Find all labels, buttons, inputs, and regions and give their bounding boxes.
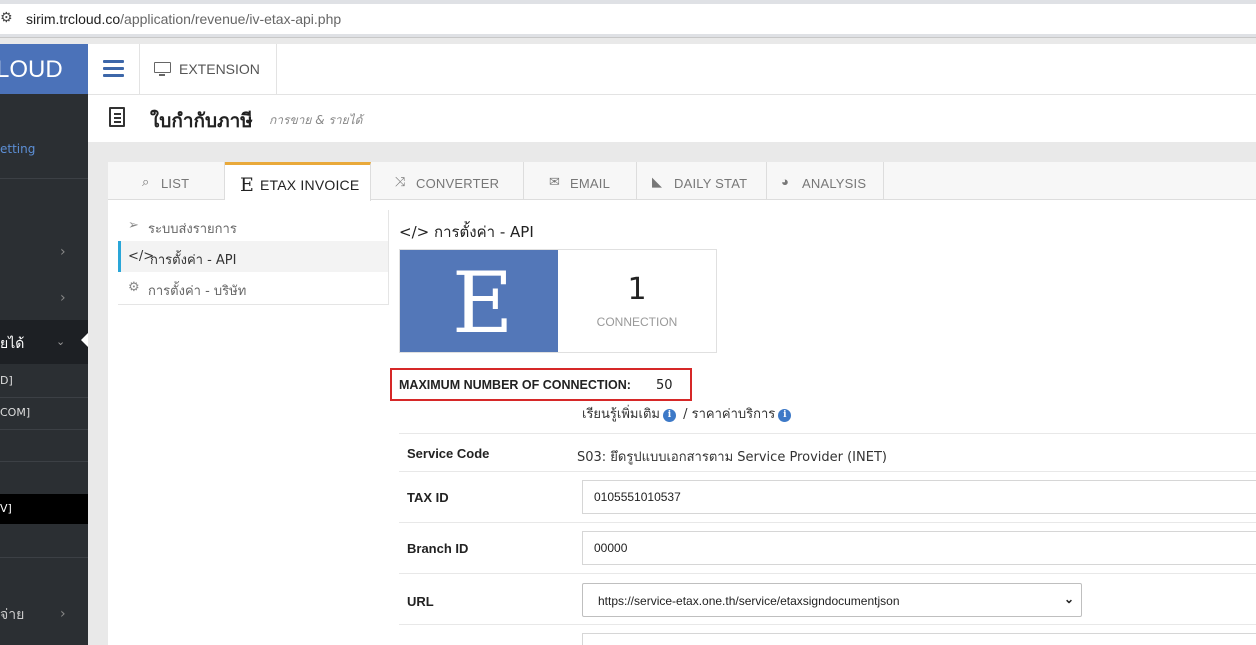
tab-email[interactable]: ✉ EMAIL xyxy=(524,162,637,200)
chevron-down-icon: ⌄ xyxy=(1063,592,1074,606)
monitor-icon xyxy=(154,62,171,76)
subnav-item-api-settings[interactable]: </> การตั้งค่า - API xyxy=(118,241,388,272)
tab-daily-stat[interactable]: ◣ DAILY STAT xyxy=(637,162,767,200)
max-connection-box: MAXIMUM NUMBER OF CONNECTION: 50 xyxy=(390,368,692,401)
etax-e-icon: E xyxy=(240,174,254,196)
browser-url-bar: ⚙ sirim.trcloud.co/application/revenue/i… xyxy=(0,0,1256,38)
max-connection-label: MAXIMUM NUMBER OF CONNECTION: xyxy=(399,378,631,392)
top-navbar: EXTENSION xyxy=(88,44,1256,95)
tax-id-row: TAX ID 0105551010537 xyxy=(399,471,1256,522)
pie-chart-icon: ◕ xyxy=(781,174,789,189)
paper-plane-icon: ➢ xyxy=(128,218,139,233)
tax-id-input[interactable]: 0105551010537 xyxy=(582,480,1256,514)
gear-icon: ⚙ xyxy=(128,280,140,295)
url-row: URL https://service-etax.one.th/service/… xyxy=(399,573,1256,624)
url-label: URL xyxy=(407,594,434,609)
active-indicator xyxy=(81,333,88,347)
etax-logo: E xyxy=(400,250,558,352)
page-title: ใบกำกับภาษี xyxy=(150,110,253,132)
connection-caption: CONNECTION xyxy=(596,315,678,329)
sidebar-item-revenue[interactable]: ยได้ ⌄ xyxy=(0,320,88,364)
pricing-link[interactable]: ราคาค่าบริการ xyxy=(692,407,776,422)
link-separator: / xyxy=(683,407,688,422)
tab-list[interactable]: ⌕ LIST xyxy=(108,162,225,200)
chevron-right-icon[interactable]: › xyxy=(60,290,66,306)
max-connection-value: 50 xyxy=(656,378,673,393)
tax-id-label: TAX ID xyxy=(407,490,449,505)
search-icon: ⌕ xyxy=(142,174,150,189)
sidebar-divider xyxy=(0,557,88,558)
menu-toggle-button[interactable] xyxy=(88,44,140,95)
shuffle-icon: ⤨ xyxy=(395,174,406,189)
branch-id-row: Branch ID 00000 xyxy=(399,522,1256,573)
chevron-down-icon: ⌄ xyxy=(56,335,66,348)
site-settings-icon[interactable]: ⚙ xyxy=(0,10,13,26)
sidebar-divider xyxy=(0,178,88,179)
section-title: </> การตั้งค่า - API xyxy=(399,223,534,241)
subnav-item-send-system[interactable]: ➢ ระบบส่งรายการ xyxy=(118,210,388,241)
learn-more-link[interactable]: เรียนรู้เพิ่มเติม xyxy=(582,407,660,422)
sidebar-subitem-selected[interactable]: V] xyxy=(0,494,88,524)
service-code-row: Service Code S03: ยึดรูปแบบเอกสารตาม Ser… xyxy=(399,433,1256,471)
next-input[interactable] xyxy=(582,633,1256,645)
url-select[interactable]: https://service-etax.one.th/service/etax… xyxy=(582,583,1082,617)
settings-subnav: ➢ ระบบส่งรายการ </> การตั้งค่า - API ⚙ ก… xyxy=(118,210,389,305)
page-header: ใบกำกับภาษี การขาย & รายได้ xyxy=(88,95,1256,142)
tab-converter[interactable]: ⤨ CONVERTER xyxy=(371,162,524,200)
info-icon[interactable]: i xyxy=(778,409,792,422)
next-row xyxy=(399,624,1256,645)
connection-tile: E 1 CONNECTION xyxy=(399,249,717,353)
sidebar: LOUD etting › › ยได้ ⌄ D] COM] V] จ่าย › xyxy=(0,44,88,645)
area-chart-icon: ◣ xyxy=(652,174,662,189)
sidebar-subitem[interactable]: COM] xyxy=(0,406,30,419)
envelope-icon: ✉ xyxy=(549,174,560,189)
page-subtitle: การขาย & รายได้ xyxy=(269,113,363,127)
content-panel: ⌕ LIST E ETAX INVOICE ⤨ CONVERTER ✉ EMAI… xyxy=(108,162,1256,645)
tab-bar: ⌕ LIST E ETAX INVOICE ⤨ CONVERTER ✉ EMAI… xyxy=(108,162,1256,201)
info-icon[interactable]: i xyxy=(662,409,676,422)
branch-id-input[interactable]: 00000 xyxy=(582,531,1256,565)
service-code-label: Service Code xyxy=(407,446,490,461)
extension-label: EXTENSION xyxy=(179,61,260,77)
document-icon xyxy=(109,107,125,127)
subnav-item-company-settings[interactable]: ⚙ การตั้งค่า - บริษัท xyxy=(118,272,388,303)
address-text[interactable]: sirim.trcloud.co/application/revenue/iv-… xyxy=(26,11,341,27)
tab-etax-invoice[interactable]: E ETAX INVOICE xyxy=(225,162,371,201)
url-bar-divider xyxy=(0,37,1256,38)
sidebar-item-expense[interactable]: จ่าย xyxy=(0,604,24,626)
sidebar-divider xyxy=(0,461,88,462)
chevron-right-icon[interactable]: › xyxy=(60,606,66,622)
sidebar-setting-link[interactable]: etting xyxy=(0,142,35,156)
extension-button[interactable]: EXTENSION xyxy=(140,44,277,95)
sidebar-divider xyxy=(0,397,88,398)
tab-analysis[interactable]: ◕ ANALYSIS xyxy=(767,162,884,200)
chevron-right-icon[interactable]: › xyxy=(60,244,66,260)
branch-id-label: Branch ID xyxy=(407,541,469,556)
info-links: เรียนรู้เพิ่มเติม i / ราคาค่าบริการ i xyxy=(582,403,794,424)
sidebar-subitem[interactable]: D] xyxy=(0,374,13,387)
brand-logo[interactable]: LOUD xyxy=(0,44,88,94)
service-code-value: S03: ยึดรูปแบบเอกสารตาม Service Provider… xyxy=(577,450,887,465)
connection-count: 1 xyxy=(627,272,647,307)
sidebar-divider xyxy=(0,429,88,430)
code-icon: </> xyxy=(399,223,430,241)
